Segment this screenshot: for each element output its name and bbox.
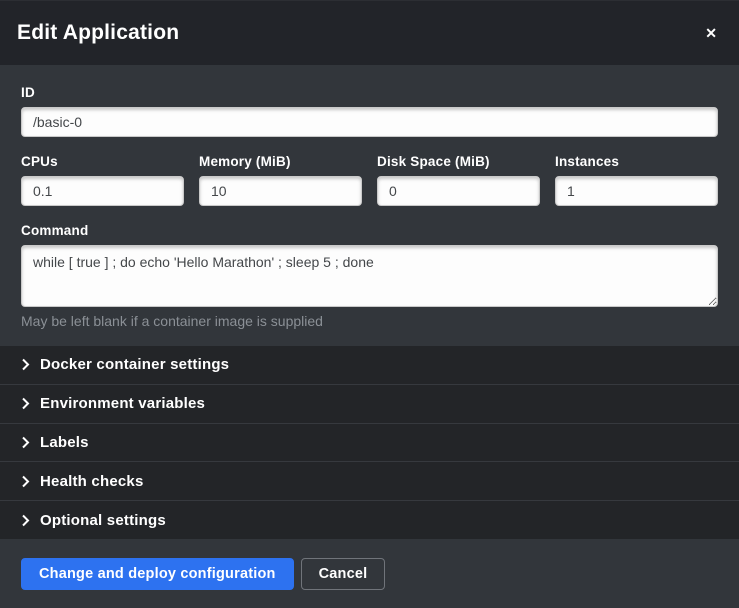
chevron-right-icon: [21, 514, 30, 527]
section-label: Optional settings: [40, 512, 166, 529]
section-label: Health checks: [40, 473, 143, 490]
disk-label: Disk Space (MiB): [377, 154, 540, 169]
close-icon[interactable]: ✕: [701, 22, 721, 44]
section-health-checks[interactable]: Health checks: [0, 462, 739, 501]
section-label: Labels: [40, 434, 89, 451]
change-and-deploy-button[interactable]: Change and deploy configuration: [21, 558, 294, 590]
instances-field-group: Instances: [555, 154, 718, 206]
cancel-button[interactable]: Cancel: [301, 558, 386, 590]
cpus-field-group: CPUs: [21, 154, 184, 206]
memory-input[interactable]: [199, 176, 362, 206]
section-optional-settings[interactable]: Optional settings: [0, 501, 739, 539]
instances-label: Instances: [555, 154, 718, 169]
chevron-right-icon: [21, 475, 30, 488]
section-docker-container-settings[interactable]: Docker container settings: [0, 346, 739, 385]
command-textarea[interactable]: while [ true ] ; do echo 'Hello Marathon…: [21, 245, 718, 307]
id-label: ID: [21, 85, 718, 100]
chevron-right-icon: [21, 436, 30, 449]
cpus-input[interactable]: [21, 176, 184, 206]
id-input[interactable]: [21, 107, 718, 137]
modal-footer: Change and deploy configuration Cancel: [0, 539, 739, 608]
section-label: Docker container settings: [40, 356, 229, 373]
section-label: Environment variables: [40, 395, 205, 412]
chevron-right-icon: [21, 358, 30, 371]
chevron-right-icon: [21, 397, 30, 410]
memory-label: Memory (MiB): [199, 154, 362, 169]
section-labels[interactable]: Labels: [0, 424, 739, 463]
section-environment-variables[interactable]: Environment variables: [0, 385, 739, 424]
modal-body: ID CPUs Memory (MiB) Disk Space (MiB) In…: [0, 65, 739, 346]
modal-header: Edit Application ✕: [0, 0, 739, 65]
memory-field-group: Memory (MiB): [199, 154, 362, 206]
command-help-text: May be left blank if a container image i…: [21, 313, 718, 329]
command-label: Command: [21, 223, 718, 238]
disk-input[interactable]: [377, 176, 540, 206]
id-field-group: ID: [21, 85, 718, 137]
collapsible-sections: Docker container settings Environment va…: [0, 346, 739, 539]
disk-field-group: Disk Space (MiB): [377, 154, 540, 206]
edit-application-modal: Edit Application ✕ ID CPUs Memory (MiB) …: [0, 0, 739, 599]
command-field-group: Command while [ true ] ; do echo 'Hello …: [21, 223, 718, 329]
instances-input[interactable]: [555, 176, 718, 206]
page-title: Edit Application: [17, 21, 179, 45]
cpus-label: CPUs: [21, 154, 184, 169]
resources-row: CPUs Memory (MiB) Disk Space (MiB) Insta…: [21, 154, 718, 206]
